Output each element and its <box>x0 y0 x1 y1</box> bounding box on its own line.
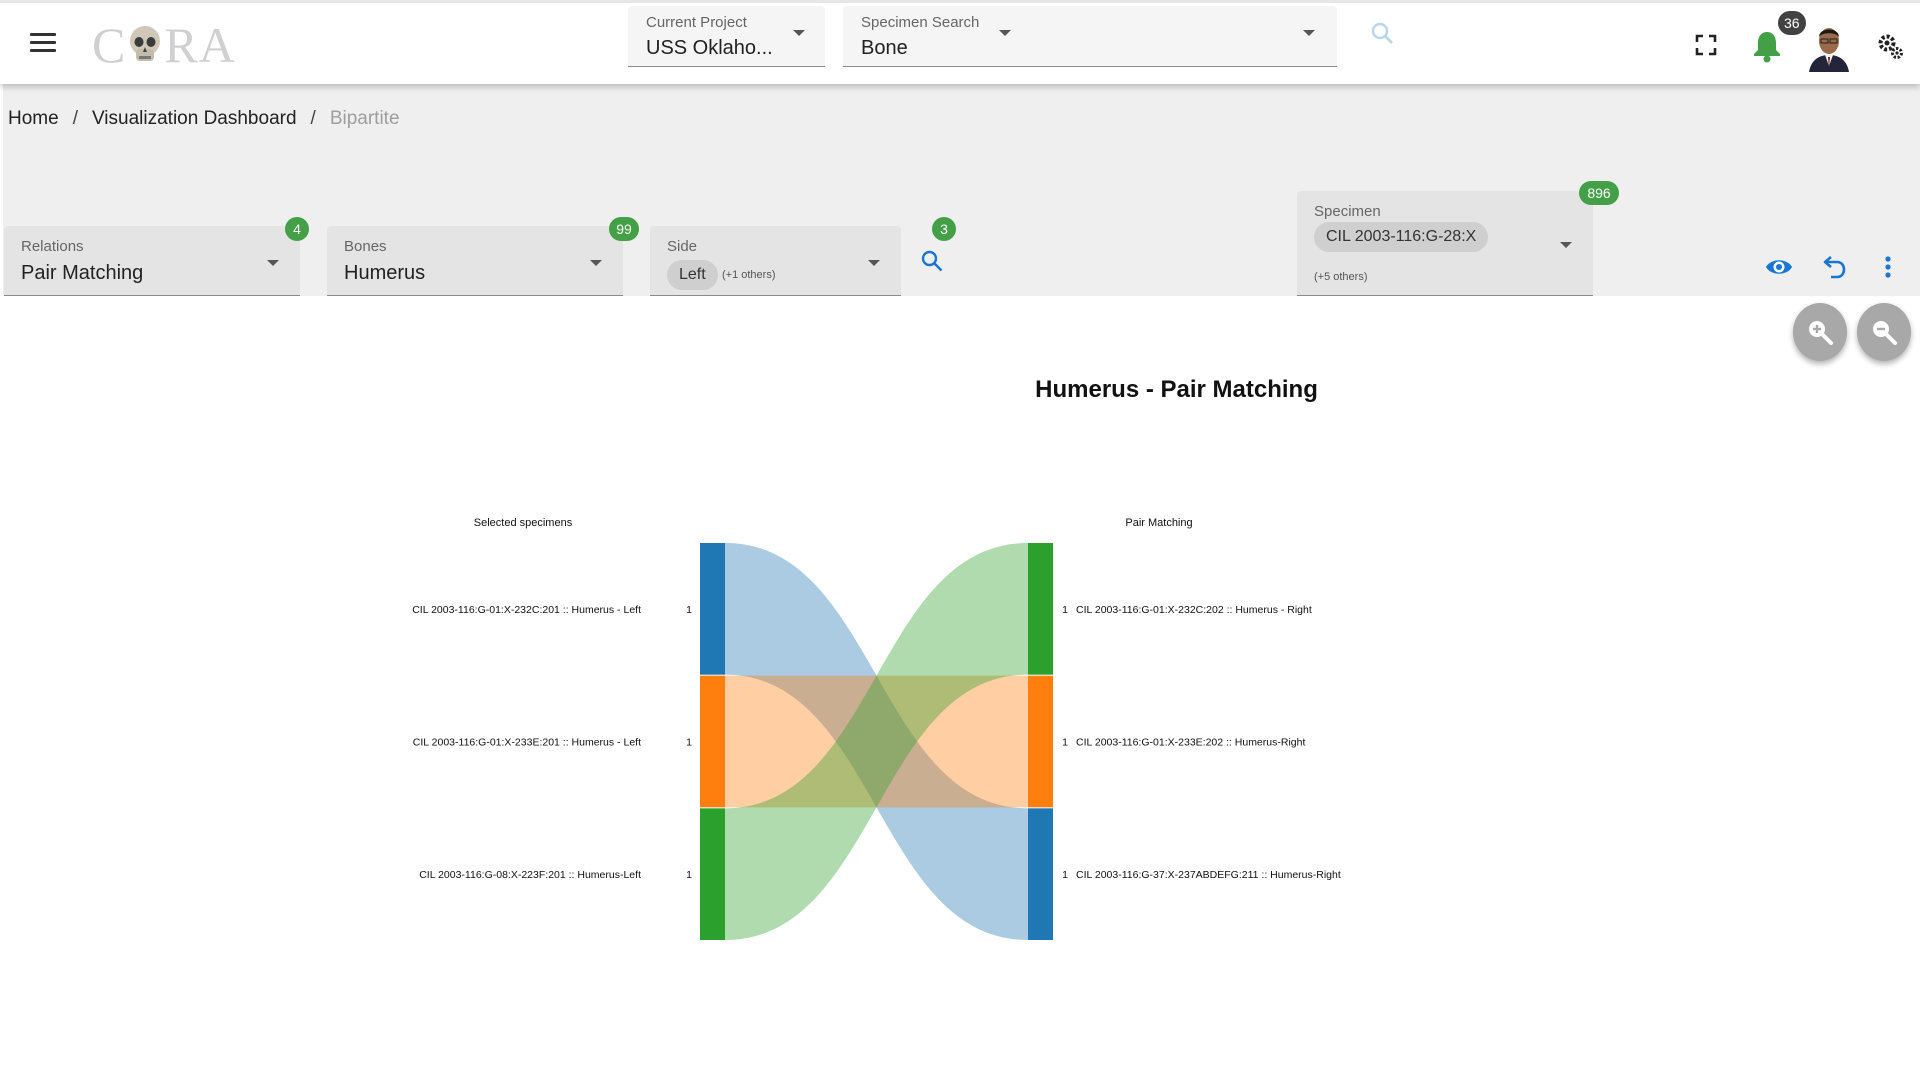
right-node-value: 1 <box>1062 604 1068 616</box>
specimen-search-label: Specimen Search <box>861 14 980 31</box>
current-project-select[interactable]: Current Project USS Oklaho... <box>628 6 825 67</box>
chevron-down-icon <box>999 30 1011 36</box>
skull-icon <box>130 26 161 61</box>
current-project-label: Current Project <box>646 14 747 31</box>
avatar-image <box>1809 28 1849 72</box>
left-node-bar[interactable] <box>700 808 725 940</box>
fullscreen-icon[interactable] <box>1695 34 1717 56</box>
left-node-label: CIL 2003-116:G-01:X-233E:201 :: Humerus … <box>413 737 641 749</box>
search-icon[interactable] <box>1370 21 1394 45</box>
left-column-header: Selected specimens <box>474 517 573 529</box>
bell-icon <box>1754 32 1780 63</box>
bipartite-chart: CIL 2003-116:G-01:X-232C:201 :: Humerus … <box>412 517 1341 940</box>
right-node-value: 1 <box>1062 869 1068 881</box>
user-avatar[interactable] <box>1807 22 1851 72</box>
chevron-down-icon <box>793 30 805 36</box>
left-node-value: 1 <box>686 604 692 616</box>
app-logo[interactable]: C RA <box>92 17 236 73</box>
specimen-search-value: Bone <box>861 37 908 59</box>
right-node-label: CIL 2003-116:G-01:X-233E:202 :: Humerus-… <box>1076 737 1305 749</box>
right-node-label: CIL 2003-116:G-01:X-232C:202 :: Humerus … <box>1076 604 1312 616</box>
links-layer <box>725 543 1028 940</box>
current-project-value: USS Oklaho... <box>646 37 773 59</box>
notifications-button[interactable] <box>1750 29 1784 63</box>
chevron-down-icon <box>1303 30 1315 36</box>
notification-count-badge: 36 <box>1778 11 1806 35</box>
left-node-value: 1 <box>686 737 692 749</box>
logo-text-left: C <box>92 17 127 73</box>
right-node-bar[interactable] <box>1028 543 1053 675</box>
left-node-label: CIL 2003-116:G-01:X-232C:201 :: Humerus … <box>412 604 641 616</box>
right-node-bar[interactable] <box>1028 808 1053 940</box>
top-app-bar: C RA Current Project USS Oklaho... Speci… <box>0 0 1920 84</box>
left-node-label: CIL 2003-116:G-08:X-223F:201 :: Humerus-… <box>419 869 641 881</box>
left-node-value: 1 <box>686 869 692 881</box>
right-node-value: 1 <box>1062 737 1068 749</box>
left-node-bar[interactable] <box>700 675 725 808</box>
settings-gears-icon[interactable] <box>1876 32 1904 60</box>
right-node-label: CIL 2003-116:G-37:X-237ABDEFG:211 :: Hum… <box>1076 869 1341 881</box>
left-node-bar[interactable] <box>700 543 725 675</box>
specimen-search-select[interactable]: Specimen Search Bone <box>843 6 1337 67</box>
right-node-bar[interactable] <box>1028 675 1053 808</box>
menu-icon[interactable] <box>30 33 56 55</box>
logo-text-right: RA <box>164 17 236 73</box>
right-column-header: Pair Matching <box>1125 517 1192 529</box>
